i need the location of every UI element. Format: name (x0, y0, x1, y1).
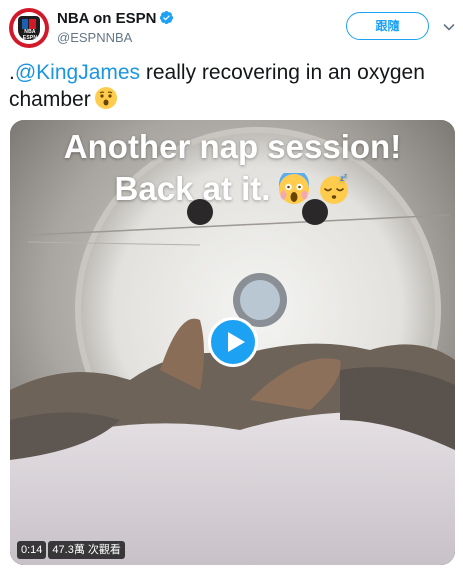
play-icon (228, 332, 245, 352)
tweet-text: .@KingJames really recovering in an oxyg… (9, 59, 449, 113)
svg-text:z: z (344, 174, 347, 180)
video-badges: 0:14 47.3萬 次觀看 (17, 541, 125, 559)
tweet-header: NBA ESPN NBA on ESPN @ESPNNBA 跟隨 (9, 8, 455, 48)
video-caption-line-2-text: Back at it. (114, 170, 271, 207)
tweet-card: NBA ESPN NBA on ESPN @ESPNNBA 跟隨 .@KingJ… (0, 0, 463, 573)
video-views: 47.3萬 次觀看 (48, 541, 125, 559)
video-player[interactable]: Another nap session! Back at it. z z 0:14 4… (10, 120, 455, 565)
chevron-down-icon[interactable] (443, 20, 455, 32)
handle[interactable]: @ESPNNBA (57, 30, 132, 45)
display-name[interactable]: NBA on ESPN (57, 10, 174, 27)
display-name-text: NBA on ESPN (57, 10, 157, 27)
play-button[interactable] (208, 317, 258, 367)
video-duration: 0:14 (17, 541, 47, 559)
follow-button[interactable]: 跟隨 (346, 12, 429, 40)
screaming-face-emoji-icon (278, 169, 310, 205)
avatar-label: NBA ESPN (22, 29, 38, 41)
verified-badge-icon (159, 10, 174, 25)
sleeping-face-emoji-icon: zz (318, 173, 350, 205)
avatar[interactable]: NBA ESPN (9, 8, 49, 48)
hushed-face-emoji-icon (94, 86, 118, 110)
video-caption-line-1: Another nap session! (63, 128, 402, 165)
mention-link[interactable]: @KingJames (15, 61, 140, 84)
video-caption-line-2: Back at it. z z (10, 169, 455, 208)
